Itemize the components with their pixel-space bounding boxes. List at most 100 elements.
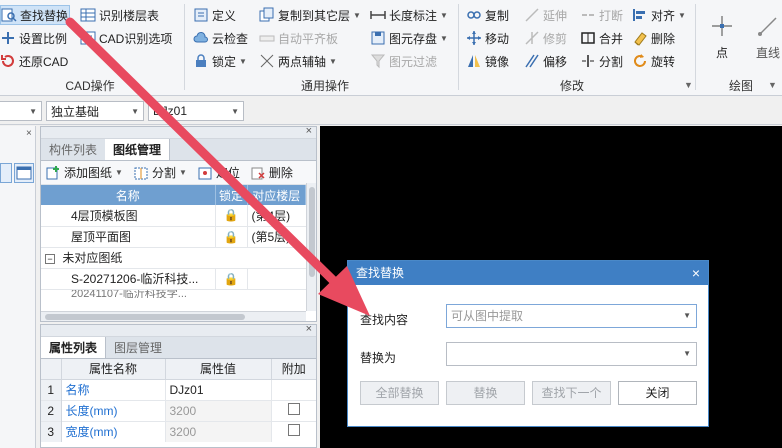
move-button[interactable]: 移动 xyxy=(466,28,509,48)
component-select[interactable]: DJz01 ▼ xyxy=(148,101,244,121)
find-next-button[interactable]: 查找下一个 xyxy=(532,381,611,405)
draw-point-button[interactable]: 点 xyxy=(705,8,739,66)
chevron-down-icon[interactable]: ▼ xyxy=(683,343,691,365)
merge-button[interactable]: 合并 xyxy=(580,28,623,48)
modify-expand-icon[interactable]: ▼ xyxy=(684,80,693,90)
nav-icon-button[interactable] xyxy=(0,163,12,183)
lock-icon[interactable]: 🔒 xyxy=(215,268,248,289)
draw-expand-icon[interactable]: ▼ xyxy=(768,80,777,90)
find-replace-dialog: 查找替换 × 查找内容 可从图中提取 ▼ 替换为 ▼ 全部替换 替换 查找下一个… xyxy=(347,260,709,427)
table-row[interactable]: 屋顶平面图 🔒 (第5层) xyxy=(41,226,306,247)
close-icon[interactable]: × xyxy=(306,125,312,137)
find-replace-label: 查找替换 xyxy=(20,8,69,23)
chevron-down-icon: ▼ xyxy=(115,168,123,177)
identify-floors-button[interactable]: 识别楼层表 xyxy=(80,5,159,25)
prop-value[interactable]: DJz01 xyxy=(165,379,272,400)
category-select-value: 独立基础 xyxy=(51,104,100,119)
table-row[interactable]: 3 宽度(mm) 3200 xyxy=(41,421,316,442)
nav-layout-button[interactable] xyxy=(14,163,34,183)
table-row[interactable]: 1 名称 DJz01 xyxy=(41,379,316,400)
tab-drawing-management[interactable]: 图纸管理 xyxy=(105,139,171,160)
identify-floors-label: 识别楼层表 xyxy=(99,8,160,23)
break-button[interactable]: 打断 xyxy=(580,5,623,25)
close-icon[interactable]: × xyxy=(26,128,32,139)
extra-checkbox[interactable] xyxy=(287,424,300,437)
length-dimension-button[interactable]: 长度标注 ▼ xyxy=(370,5,448,25)
copy-to-floor-button[interactable]: 复制到其它层 ▼ xyxy=(259,5,361,25)
rotate-button[interactable]: 旋转 xyxy=(632,51,675,71)
replace-all-button[interactable]: 全部替换 xyxy=(360,381,439,405)
tab-property-list[interactable]: 属性列表 xyxy=(41,337,107,358)
floor-table-icon xyxy=(80,7,96,23)
copy-to-floor-label: 复制到其它层 xyxy=(278,8,351,23)
lock-icon[interactable]: 🔒 xyxy=(215,226,248,247)
table-row[interactable]: 2 长度(mm) 3200 xyxy=(41,400,316,421)
length-dimension-label: 长度标注 xyxy=(389,8,438,23)
extra-checkbox[interactable] xyxy=(287,403,300,415)
define-button[interactable]: 定义 xyxy=(193,5,236,25)
table-row[interactable]: 20241107-临沂科技学... xyxy=(41,289,306,298)
cad-options-button[interactable]: CAD识别选项 xyxy=(80,28,172,48)
find-replace-button[interactable]: 查找替换 xyxy=(0,5,70,25)
replace-button[interactable]: 替换 xyxy=(446,381,525,405)
drawing-storage-button[interactable]: 图元存盘 ▼ xyxy=(370,28,448,48)
cloud-check-button[interactable]: 云检查 xyxy=(193,28,248,48)
trim-button[interactable]: 修剪 xyxy=(524,28,567,48)
split-drawing-button[interactable]: 分割 ▼ xyxy=(133,164,187,181)
restore-cad-button[interactable]: 还原CAD xyxy=(0,51,68,71)
horizontal-scrollbar[interactable] xyxy=(41,311,306,321)
table-row[interactable]: S-20271206-临沂科技... 🔒 xyxy=(41,268,306,289)
auto-level-slab-button[interactable]: 自动平齐板 xyxy=(259,28,338,48)
tab-component-list[interactable]: 构件列表 xyxy=(41,139,105,160)
window-icon xyxy=(16,165,32,181)
locate-button[interactable]: 定位 xyxy=(197,164,240,181)
close-icon[interactable]: × xyxy=(692,261,700,285)
floor-select[interactable]: ▼ xyxy=(0,101,42,121)
find-input[interactable]: 可从图中提取 ▼ xyxy=(446,304,697,328)
align-button[interactable]: 对齐 ▼ xyxy=(632,5,686,25)
move-label: 移动 xyxy=(485,31,510,46)
panel-header: × xyxy=(41,125,316,139)
split-button[interactable]: 分割 xyxy=(580,51,623,71)
copy-button[interactable]: 复制 xyxy=(466,5,509,25)
draw-line-button[interactable]: 直线 xyxy=(748,8,782,66)
ribbon-divider xyxy=(184,4,185,90)
close-button[interactable]: 关闭 xyxy=(618,381,697,405)
vertical-scrollbar[interactable] xyxy=(306,183,316,311)
align-icon xyxy=(632,7,648,23)
lock-button[interactable]: 锁定 ▼ xyxy=(193,51,247,71)
tree-group-row[interactable]: − 未对应图纸 xyxy=(41,247,306,268)
ribbon-divider xyxy=(695,4,696,90)
ribbon: 查找替换 识别楼层表 设置比例 CAD识别选项 还原CAD CAD操作 定义 复… xyxy=(0,0,782,96)
find-replace-icon xyxy=(1,7,17,23)
table-row[interactable]: 4层顶模板图 🔒 (第4层) xyxy=(41,205,306,226)
offset-button[interactable]: 偏移 xyxy=(524,51,567,71)
replace-input[interactable]: ▼ xyxy=(446,342,697,366)
two-point-axis-label: 两点辅轴 xyxy=(278,54,327,69)
dimension-icon xyxy=(370,7,386,23)
add-drawing-button[interactable]: 添加图纸 ▼ xyxy=(45,164,123,181)
close-icon[interactable]: × xyxy=(306,323,312,335)
move-icon xyxy=(466,30,482,46)
cloud-check-label: 云检查 xyxy=(212,31,249,46)
mirror-button[interactable]: 镜像 xyxy=(466,51,509,71)
properties-panel-tabs: 属性列表 图层管理 xyxy=(41,337,316,359)
two-point-axis-button[interactable]: 两点辅轴 ▼ xyxy=(259,51,337,71)
category-select[interactable]: 独立基础 ▼ xyxy=(46,101,144,121)
set-scale-button[interactable]: 设置比例 xyxy=(0,28,67,48)
draw-line-label: 直线 xyxy=(755,45,780,60)
prop-value[interactable]: 3200 xyxy=(165,400,272,421)
delete-button[interactable]: 删除 xyxy=(632,28,675,48)
chevron-down-icon: ▼ xyxy=(231,107,239,116)
collapse-icon[interactable]: − xyxy=(45,254,55,264)
element-filter-button[interactable]: 图元过滤 xyxy=(370,51,437,71)
extend-button[interactable]: 延伸 xyxy=(524,5,567,25)
drawing-table-header: 名称 锁定 对应楼层 xyxy=(41,185,306,205)
split-drawing-label: 分割 xyxy=(151,166,176,180)
delete-drawing-button[interactable]: 删除 xyxy=(250,164,293,181)
lock-icon[interactable]: 🔒 xyxy=(215,205,248,226)
prop-value[interactable]: 3200 xyxy=(165,421,272,442)
drawing-management-panel: × 构件列表 图纸管理 添加图纸 ▼ 分割 ▼ 定位 删除 名称 锁定 对应楼层 4… xyxy=(40,125,317,322)
chevron-down-icon[interactable]: ▼ xyxy=(683,305,691,327)
tab-layer-management[interactable]: 图层管理 xyxy=(106,337,170,358)
